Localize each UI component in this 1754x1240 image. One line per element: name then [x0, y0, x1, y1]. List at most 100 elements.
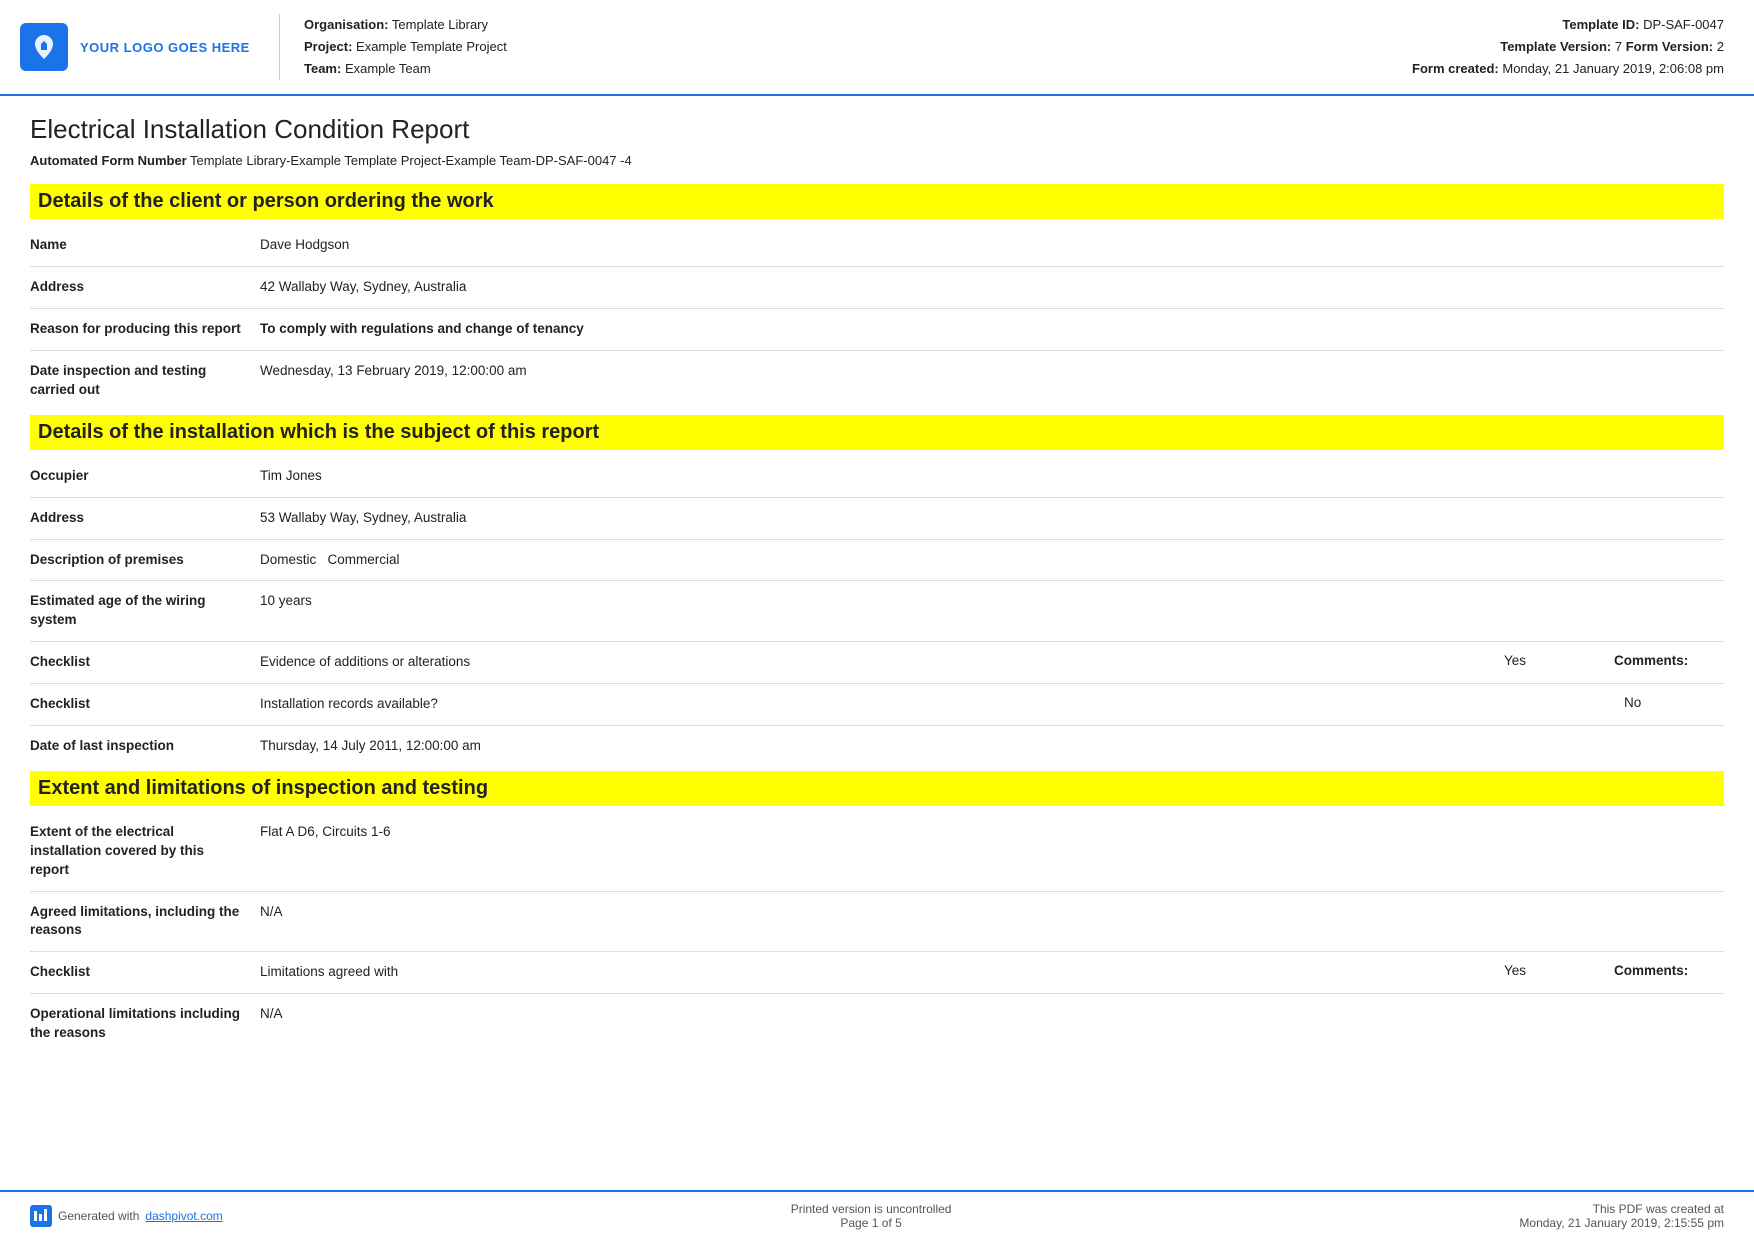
team-label: Team: — [304, 61, 341, 76]
header-center-info: Organisation: Template Library Project: … — [304, 14, 1384, 80]
template-id-value: DP-SAF-0047 — [1643, 17, 1724, 32]
form-created-value: Monday, 21 January 2019, 2:06:08 pm — [1502, 61, 1724, 76]
footer: Generated with dashpivot.com Printed ver… — [0, 1190, 1754, 1240]
field-label-age: Estimated age of the wiring system — [30, 592, 260, 630]
field-row-checklist1: Checklist Evidence of additions or alter… — [30, 646, 1724, 679]
org-value: Template Library — [392, 17, 488, 32]
footer-page-label: Page — [840, 1216, 868, 1230]
field-value-extent: Flat A D6, Circuits 1-6 — [260, 823, 1724, 842]
form-number-value: Template Library-Example Template Projec… — [190, 153, 632, 168]
team-value: Example Team — [345, 61, 431, 76]
field-value-age: 10 years — [260, 592, 1724, 611]
field-value-checklist-limitations: Limitations agreed with — [260, 963, 1484, 982]
footer-pdf-created-label: This PDF was created at — [1519, 1202, 1724, 1216]
field-row-description: Description of premises Domestic Commerc… — [30, 544, 1724, 577]
template-id-row: Template ID: DP-SAF-0047 — [1384, 14, 1724, 36]
form-number-label: Automated Form Number — [30, 153, 190, 168]
logo-area: YOUR LOGO GOES HERE — [20, 14, 280, 80]
project-value: Example Template Project — [356, 39, 507, 54]
field-value-limitations: N/A — [260, 903, 1724, 922]
field-label-limitations: Agreed limitations, including the reason… — [30, 903, 260, 941]
project-label: Project: — [304, 39, 352, 54]
form-number-row: Automated Form Number Template Library-E… — [30, 153, 1724, 168]
team-row: Team: Example Team — [304, 58, 1384, 80]
field-row-extent: Extent of the electrical installation co… — [30, 816, 1724, 887]
field-row-reason: Reason for producing this report To comp… — [30, 313, 1724, 346]
footer-link[interactable]: dashpivot.com — [145, 1209, 222, 1223]
field-value-address: 42 Wallaby Way, Sydney, Australia — [260, 278, 1724, 297]
field-value-install-address: 53 Wallaby Way, Sydney, Australia — [260, 509, 1724, 528]
field-row-limitations: Agreed limitations, including the reason… — [30, 896, 1724, 948]
project-row: Project: Example Template Project — [304, 36, 1384, 58]
field-label-description: Description of premises — [30, 551, 260, 570]
field-label-last-inspection: Date of last inspection — [30, 737, 260, 756]
field-label-install-address: Address — [30, 509, 260, 528]
field-row-occupier: Occupier Tim Jones — [30, 460, 1724, 493]
version-row: Template Version: 7 Form Version: 2 — [1384, 36, 1724, 58]
org-label: Organisation: — [304, 17, 389, 32]
field-label-extent: Extent of the electrical installation co… — [30, 823, 260, 880]
field-value-name: Dave Hodgson — [260, 236, 1724, 255]
field-comments-label1: Comments: — [1604, 653, 1724, 668]
field-row-age: Estimated age of the wiring system 10 ye… — [30, 585, 1724, 637]
section-extent-heading: Extent and limitations of inspection and… — [30, 771, 1724, 806]
field-row-checklist2: Checklist Installation records available… — [30, 688, 1724, 721]
main-content: Electrical Installation Condition Report… — [0, 96, 1754, 1190]
field-value-reason: To comply with regulations and change of… — [260, 320, 1724, 339]
footer-left: Generated with dashpivot.com — [30, 1205, 223, 1227]
footer-page: Page 1 of 5 — [791, 1216, 952, 1230]
field-label-address: Address — [30, 278, 260, 297]
footer-uncontrolled: Printed version is uncontrolled — [791, 1202, 952, 1216]
section-installation-fields: Occupier Tim Jones Address 53 Wallaby Wa… — [30, 460, 1724, 763]
template-id-label: Template ID: — [1562, 17, 1639, 32]
field-row-install-address: Address 53 Wallaby Way, Sydney, Australi… — [30, 502, 1724, 535]
footer-right: This PDF was created at Monday, 21 Janua… — [1519, 1202, 1724, 1230]
header-right-info: Template ID: DP-SAF-0047 Template Versio… — [1384, 14, 1724, 80]
dashpivot-logo-icon — [30, 1205, 52, 1227]
field-label-operational: Operational limitations including the re… — [30, 1005, 260, 1043]
field-value-description: Domestic Commercial — [260, 551, 1724, 570]
logo-icon — [20, 23, 68, 71]
form-version-label: Form Version: — [1626, 39, 1713, 54]
field-label-checklist2: Checklist — [30, 695, 260, 714]
field-value-checklist2: Installation records available? — [260, 695, 1604, 714]
field-row-operational: Operational limitations including the re… — [30, 998, 1724, 1050]
form-version-value: 2 — [1717, 39, 1724, 54]
field-value-last-inspection: Thursday, 14 July 2011, 12:00:00 am — [260, 737, 1724, 756]
section-installation-heading: Details of the installation which is the… — [30, 415, 1724, 450]
field-label-date-inspection: Date inspection and testing carried out — [30, 362, 260, 400]
field-label-checklist-limitations: Checklist — [30, 963, 260, 982]
footer-page-of: of 5 — [882, 1216, 902, 1230]
footer-pdf-created-value: Monday, 21 January 2019, 2:15:55 pm — [1519, 1216, 1724, 1230]
field-label-occupier: Occupier — [30, 467, 260, 486]
org-row: Organisation: Template Library — [304, 14, 1384, 36]
field-value-occupier: Tim Jones — [260, 467, 1724, 486]
field-label-checklist1: Checklist — [30, 653, 260, 672]
page: YOUR LOGO GOES HERE Organisation: Templa… — [0, 0, 1754, 1240]
footer-center: Printed version is uncontrolled Page 1 o… — [791, 1202, 952, 1230]
field-extra-checklist1: Yes — [1484, 653, 1604, 668]
section-extent-fields: Extent of the electrical installation co… — [30, 816, 1724, 1050]
footer-page-current: 1 — [872, 1216, 879, 1230]
field-value-operational: N/A — [260, 1005, 1724, 1024]
section-client-heading: Details of the client or person ordering… — [30, 184, 1724, 219]
field-row-checklist-limitations: Checklist Limitations agreed with Yes Co… — [30, 956, 1724, 989]
template-version-value: 7 — [1615, 39, 1622, 54]
field-label-name: Name — [30, 236, 260, 255]
field-row-date-inspection: Date inspection and testing carried out … — [30, 355, 1724, 407]
form-created-row: Form created: Monday, 21 January 2019, 2… — [1384, 58, 1724, 80]
header: YOUR LOGO GOES HERE Organisation: Templa… — [0, 0, 1754, 96]
form-created-label: Form created: — [1412, 61, 1499, 76]
field-row-last-inspection: Date of last inspection Thursday, 14 Jul… — [30, 730, 1724, 763]
field-comments-label-limitations: Comments: — [1604, 963, 1724, 978]
field-value-date-inspection: Wednesday, 13 February 2019, 12:00:00 am — [260, 362, 1724, 381]
field-value-checklist1: Evidence of additions or alterations — [260, 653, 1484, 672]
footer-generated-label: Generated with — [58, 1209, 139, 1223]
template-version-label: Template Version: — [1500, 39, 1611, 54]
field-label-reason: Reason for producing this report — [30, 320, 260, 339]
field-row-address: Address 42 Wallaby Way, Sydney, Australi… — [30, 271, 1724, 304]
field-row-name: Name Dave Hodgson — [30, 229, 1724, 262]
logo-text: YOUR LOGO GOES HERE — [80, 40, 250, 55]
section-client-fields: Name Dave Hodgson Address 42 Wallaby Way… — [30, 229, 1724, 406]
field-extra-checklist2: No — [1604, 695, 1724, 710]
